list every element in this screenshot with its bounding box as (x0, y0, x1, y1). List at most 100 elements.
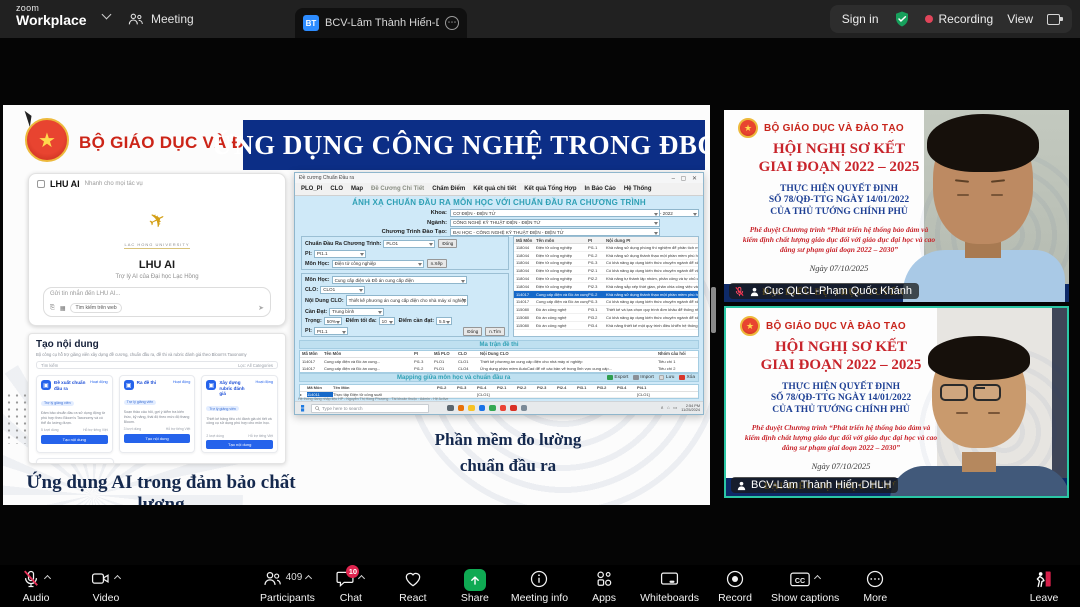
export-icon (607, 375, 613, 381)
ctdt-field: ĐẠI HỌC - CÔNG NGHỆ KỸ THUẬT ĐIỆN - ĐIỆN… (450, 228, 660, 236)
menu-item: PLO_PI (301, 186, 322, 192)
annotation-dots (5, 392, 29, 444)
lhu-ai-hero: ✈ LAC HONG UNIVERSITY LHU AI Trợ lý AI c… (29, 208, 285, 280)
recording-dot-icon (925, 15, 933, 23)
participants-count: 409 (286, 572, 303, 583)
web-search-pill: Tìm kiếm trên web (70, 303, 121, 313)
window-controls-icons: – ▢ ✕ (672, 175, 699, 182)
video-panel-pham-quoc-khanh[interactable]: ★ BỘ GIÁO DỤC VÀ ĐÀO TẠO HỘI NGHỊ SƠ KẾT… (724, 110, 1069, 302)
view-button[interactable]: View (1007, 12, 1033, 26)
participant-name-label: Cục QLCL-Phạm Quốc Khánh (729, 283, 919, 299)
apps-button[interactable]: Apps (578, 569, 630, 604)
menu-item: Hệ Thống (624, 186, 652, 192)
sidebar-toggle-icon (37, 180, 45, 188)
lhu-ai-screenshot: LHU AI Nhanh cho mọi tác vụ ✈ LAC HONG U… (28, 173, 286, 326)
table-row: 115080Đồ án công nghệPI3.4Khả năng thiết… (514, 322, 698, 330)
tab-meeting[interactable]: Meeting (118, 0, 204, 38)
table-row: 118044Điện tử công nghiệpPI1.1Khả năng s… (514, 244, 698, 252)
shared-screen-content: ★ BỘ GIÁO DỤC VÀ ĐÀO TẠO ỨNG DỤNG CÔNG N… (3, 105, 710, 505)
app-window-title: Đề cương Chuẩn Đầu ra (299, 175, 354, 181)
ai-tool-card: ▣ Xây dựng đề cương môn học Hoạt động Tr… (36, 458, 114, 464)
record-button[interactable]: Record (709, 569, 761, 604)
chevron-down-icon[interactable] (101, 10, 111, 20)
more-button[interactable]: More (849, 569, 901, 604)
lhu-input-tools: ⎘ ▦ Tìm kiếm trên web (50, 303, 122, 313)
attach-icon: ⎘ (50, 305, 55, 312)
record-icon (725, 569, 745, 589)
tab-shared-screen[interactable]: BT BCV-Lâm Thành Hiển-DHLH's scr ⋯ (295, 8, 467, 38)
table-row: 118044Điện tử công nghiệpPI1.2Khả năng s… (514, 252, 698, 260)
svg-text:CC: CC (795, 576, 805, 584)
zoom-meeting-window: zoom Workplace Meeting BT BCV-Lâm Thành … (0, 0, 1080, 607)
tab-options-icon[interactable]: ⋯ (445, 16, 459, 30)
studio-search-bar: Tìm kiếm Lọc: All Categories (36, 361, 278, 369)
caption-software-line2: chuẩn đầu ra (348, 453, 668, 479)
khoa-field: CƠ ĐIỆN - ĐIỆN TỬ (450, 209, 660, 217)
captions-chevron[interactable] (814, 574, 822, 582)
participants-button[interactable]: 409 Participants (260, 569, 315, 604)
meeting-people-icon (128, 12, 144, 26)
leave-button[interactable]: Leave (1018, 569, 1070, 604)
vietnam-emblem-icon: ★ (25, 118, 69, 162)
video-button[interactable]: Video (80, 569, 132, 604)
nganh-field: CÔNG NGHỆ KỸ THUẬT ĐIỆN - ĐIỆN TỬ (450, 219, 660, 227)
participants-chevron[interactable] (305, 574, 313, 582)
share-screen-icon (464, 569, 486, 591)
video-panel-lam-thanh-hien[interactable]: ★ BỘ GIÁO DỤC VÀ ĐÀO TẠO HỘI NGHỊ SƠ KẾT… (724, 306, 1069, 498)
heart-icon (403, 569, 423, 589)
audio-button[interactable]: Audio (10, 569, 62, 604)
ai-studio-screenshot: Tạo nội dung Bộ công cụ hỗ trợ giảng viê… (28, 333, 286, 464)
matrix-table: Mã MônTên MônPIMã PLOCLONội Dung CLONhóm… (299, 350, 699, 373)
whiteboards-button[interactable]: Whiteboards (640, 569, 699, 604)
menu-item: In Báo Cáo (584, 186, 615, 192)
create-content-button: Tạo nội dung (41, 435, 108, 444)
lhu-ai-title: LHU AI (29, 259, 285, 271)
caption-ai-quality: Ứng dụng AI trong đảm bảo chất lượng (11, 472, 311, 505)
info-icon (529, 569, 549, 589)
taskbar-clock: 2:54 PM 11/25/2024 (681, 404, 700, 413)
ai-tool-icon: ▣ (206, 380, 216, 390)
menu-item: Chấm Điểm (432, 186, 465, 192)
ai-tool-icon: ▣ (41, 463, 51, 464)
table-row: 114017Cung cấp điện và Đồ án cung...PI1.… (300, 358, 698, 365)
chat-chevron[interactable] (358, 574, 366, 582)
app-heading: ÁNH XẠ CHUẨN ĐẦU RA MÔN HỌC VỚI CHUẨN ĐẦ… (295, 198, 703, 207)
clo-panel: Môn Học:Cung cấp điện và Đồ án cung cấp … (301, 273, 509, 337)
lhu-input-placeholder: Gửi tin nhắn đến LHU AI... (50, 291, 264, 297)
lhu-message-input: Gửi tin nhắn đến LHU AI... ⎘ ▦ Tìm kiếm … (43, 287, 271, 317)
table-row: 118044Điện tử công nghiệpPI1.3Có khả năn… (514, 260, 698, 268)
chat-button[interactable]: 10 Chat (325, 569, 377, 604)
recording-indicator[interactable]: Recording (939, 12, 994, 26)
show-captions-button[interactable]: CC Show captions (771, 569, 839, 604)
ai-tool-icon: ▣ (41, 380, 51, 390)
save-mapping-button: Lưu (659, 375, 675, 381)
meeting-toolbar: Audio Video 409 Participants (0, 565, 1080, 607)
lhu-bird-logo-icon: ✈ (144, 206, 171, 236)
participant-person (903, 110, 1065, 302)
meeting-info-button[interactable]: Meeting info (511, 569, 568, 604)
menu-item: Kết quả chi tiết (473, 186, 516, 192)
audio-options-chevron[interactable] (44, 574, 52, 582)
ai-tool-card: ▣ Đề xuất chuẩn đầu ra Hoạt động Trợ lý … (36, 375, 113, 453)
sign-in-button[interactable]: Sign in (842, 12, 879, 26)
import-icon (633, 375, 639, 381)
zoom-workplace-logo[interactable]: zoom Workplace (16, 4, 110, 28)
mapping-section-header: Mapping giữa môn học và chuẩn đầu ra Exp… (299, 373, 699, 382)
mic-muted-icon (21, 569, 41, 589)
create-content-button: Tạo nội dung (124, 434, 191, 443)
slide-ministry-row: ★ BỘ GIÁO DỤC VÀ ĐÀO TẠO (740, 316, 906, 336)
export-button: Export (607, 375, 628, 381)
taskbar-search: Type here to search (311, 404, 429, 413)
glasses (940, 384, 1001, 401)
menu-item: Map (351, 186, 363, 192)
apps-icon (594, 569, 614, 589)
send-icon: ➤ (258, 304, 264, 312)
share-button[interactable]: Share (449, 569, 501, 604)
react-button[interactable]: React (387, 569, 439, 604)
video-options-chevron[interactable] (114, 574, 122, 582)
view-layout-icon[interactable] (1047, 14, 1060, 25)
ai-tool-icon: ▣ (124, 380, 134, 390)
security-shield-icon[interactable] (893, 10, 911, 28)
scrollbar-thumb[interactable] (711, 287, 716, 333)
menu-item: CLO (330, 186, 343, 192)
